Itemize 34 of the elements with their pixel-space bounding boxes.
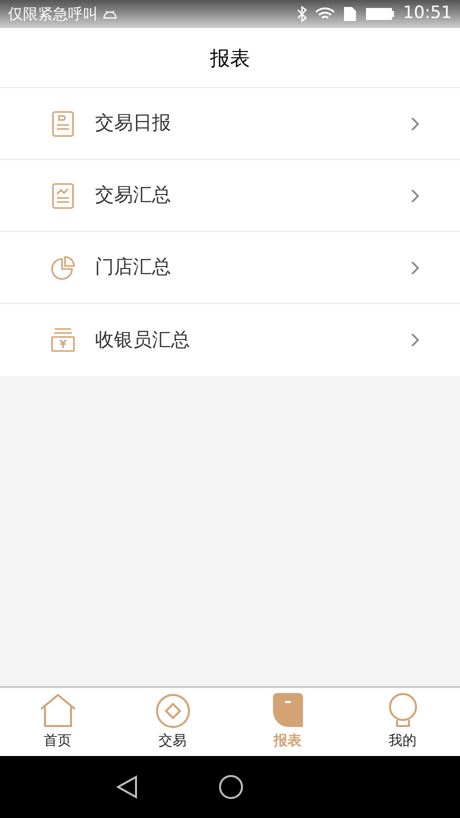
tab-label: 我的 xyxy=(388,732,416,750)
pie-chart-icon xyxy=(50,254,76,280)
back-icon[interactable] xyxy=(116,775,138,799)
menu-item[interactable]: 收银员汇总 xyxy=(0,304,460,376)
battery-icon xyxy=(365,7,395,21)
menu-item[interactable]: 交易日报 xyxy=(0,88,460,160)
menu-item[interactable]: 交易汇总 xyxy=(0,160,460,232)
menu-label: 收银员汇总 xyxy=(95,328,191,353)
menu-label: 交易汇总 xyxy=(95,183,172,208)
tab[interactable]: 交易 xyxy=(115,688,230,756)
coin-icon xyxy=(154,692,192,728)
tab[interactable]: 我的 xyxy=(345,688,460,756)
tab-label: 报表 xyxy=(274,732,302,750)
home-circle-icon[interactable] xyxy=(218,774,244,800)
cash-register-icon xyxy=(50,327,76,353)
chevron-right-icon xyxy=(410,188,420,204)
bluetooth-icon xyxy=(297,6,307,22)
time-text: 10:51 xyxy=(403,2,452,26)
menu-item[interactable]: 门店汇总 xyxy=(0,232,460,304)
page-title: 报表 xyxy=(210,44,250,72)
chart-document-icon xyxy=(50,182,76,208)
tab[interactable]: 首页 xyxy=(0,688,115,756)
android-icon xyxy=(102,9,118,19)
menu-label: 门店汇总 xyxy=(95,255,172,280)
carrier-text: 仅限紧急呼叫 xyxy=(8,4,98,25)
home-icon xyxy=(38,692,76,728)
tab-label: 首页 xyxy=(44,732,72,750)
sim-icon xyxy=(343,6,357,22)
chevron-right-icon xyxy=(410,116,420,132)
tab-label: 交易 xyxy=(158,732,186,750)
menu-label: 交易日报 xyxy=(95,111,172,136)
chevron-right-icon xyxy=(410,332,420,348)
document-icon xyxy=(50,110,76,136)
chevron-right-icon xyxy=(410,260,420,276)
